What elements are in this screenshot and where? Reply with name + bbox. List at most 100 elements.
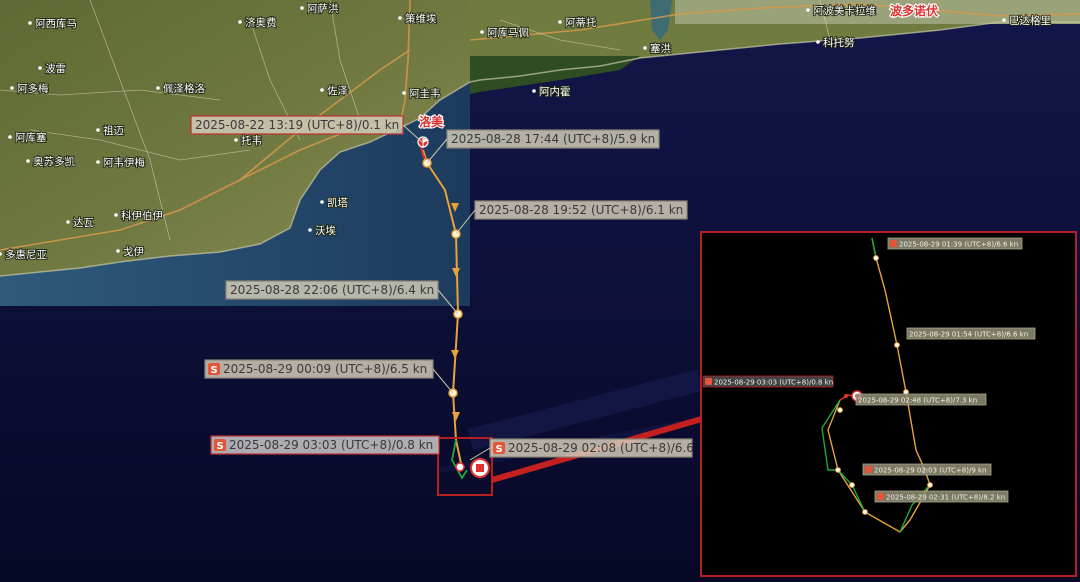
s-badge-letter: S [496,444,503,455]
place-name: 巴达格里 [1009,14,1051,27]
track-label-text: 2025-08-28 22:06 (UTC+8)/6.4 kn [230,283,434,297]
place-label-a-bo-mei: 阿波美卡拉维 [806,3,877,18]
place-name: 阿西库马 [35,17,77,30]
place-name: 阿库塞 [15,131,47,144]
s-badge-icon [705,378,712,385]
place-dot-icon [320,200,324,204]
place-name: 济奥费 [245,16,277,29]
place-dot-icon [308,228,312,232]
place-name: 沃埃 [315,224,336,237]
place-dot-icon [8,135,12,139]
track-label-p2[interactable]: 2025-08-28 17:44 (UTC+8)/5.9 kn [446,129,660,149]
place-name: 奥苏多凯 [33,155,75,168]
place-name: 波多诺伏 [890,3,938,18]
place-dot-icon [96,160,100,164]
track-label-text: 2025-08-28 17:44 (UTC+8)/5.9 kn [451,132,655,146]
track-label-text: 2025-08-29 00:09 (UTC+8)/6.5 kn [223,362,427,376]
inset-label-text: 2025-08-29 01:39 (UTC+8)/6.6 kn [899,241,1018,249]
inset-label-text: 2025-08-29 02:48 (UTC+8)/7.3 kn [858,397,977,405]
place-name: 多惠尼亚 [5,248,47,261]
place-name: 佐泽 [327,84,348,97]
place-label-ke-yi-bo-yi: 科伊伯伊 [114,208,164,223]
place-dot-icon [234,138,238,142]
place-dot-icon [38,66,42,70]
track-label-text: 2025-08-29 02:08 (UTC+8)/6.6 [508,441,694,455]
place-dot-icon [238,20,242,24]
place-label-a-ku-ma-pei: 阿库马佩 [480,25,530,40]
track-label-text: 2025-08-29 03:03 (UTC+8)/0.8 kn [229,438,433,452]
s-badge-icon [865,466,872,473]
track-label-text: 2025-08-28 19:52 (UTC+8)/6.1 kn [479,203,683,217]
place-name: 达瓦 [73,217,94,229]
place-dot-icon [28,21,32,25]
place-dot-icon [116,249,120,253]
inset-label-i1[interactable]: 2025-08-29 01:39 (UTC+8)/6.6 kn [887,237,1023,250]
place-dot-icon [96,128,100,132]
place-name: 祖迈 [103,124,124,137]
inset-label-i2[interactable]: 2025-08-29 01:54 (UTC+8)/6.6 kn [906,327,1036,340]
place-dot-icon [398,16,402,20]
place-dot-icon [156,86,160,90]
place-name: 阿多梅 [17,82,49,95]
place-label-duo-hui-ni-ya: 多惠尼亚 [0,247,48,262]
inset-label-text: 2025-08-29 01:54 (UTC+8)/6.6 kn [909,331,1028,339]
place-name: 阿韦伊梅 [103,156,145,169]
place-dot-icon [26,159,30,163]
place-label-a-sa-hong: 阿萨洪 [300,2,340,16]
inset-label-i5[interactable]: 2025-08-29 02:03 (UTC+8)/9 kn [862,463,992,476]
place-dot-icon [816,40,820,44]
place-name: 科伊伯伊 [121,209,163,222]
inset-label-i3[interactable]: 2025-08-29 03:03 (UTC+8)/0.8 kn [702,375,834,388]
inset-label-i4[interactable]: 2025-08-29 02:48 (UTC+8)/7.3 kn [855,393,987,406]
place-label-a-duo-mei: 阿多梅 [10,81,50,96]
place-dot-icon [806,8,810,12]
place-label-bo-duo: 波多诺伏 [889,2,939,19]
track-label-text: 2025-08-22 13:19 (UTC+8)/0.1 kn [195,118,399,132]
place-name: 戈伊 [123,245,144,258]
place-dot-icon [643,46,647,50]
place-label-ao-su-duo-kai: 奥苏多凯 [26,154,76,169]
place-name: 策维埃 [405,12,437,25]
place-label-a-di-tuo: 阿蒂托 [558,15,598,30]
place-name: 托韦 [241,134,262,147]
place-label-a-wei-yi-mei: 阿韦伊梅 [96,155,146,170]
zoom-inset: 2025-08-29 01:39 (UTC+8)/6.6 kn 2025-08-2… [700,231,1077,577]
inset-label-text: 2025-08-29 03:03 (UTC+8)/0.8 kn [714,379,833,387]
map-view[interactable]: 阿西库马 济奥费 阿萨洪策维埃阿库马佩 阿蒂托 阿波美卡拉维 波多诺伏巴达格里塞洪 科托努波… [0,0,1080,582]
place-name: 塞洪 [650,42,671,55]
s-badge-icon [890,240,897,247]
place-dot-icon [114,213,118,217]
place-label-a-ku-sai: 阿库塞 [8,130,48,145]
track-label-p6[interactable]: S 2025-08-29 03:03 (UTC+8)/0.8 kn [210,435,440,455]
place-name: 阿萨洪 [307,3,339,15]
s-badge-icon [877,493,884,500]
inset-label-i6[interactable]: 2025-08-29 02:31 (UTC+8)/8.2 kn [874,490,1009,503]
place-label-luo-mei: 洛美 [418,113,445,130]
place-name: 波雷 [45,62,66,75]
track-label-p5[interactable]: S 2025-08-29 00:09 (UTC+8)/6.5 kn [204,359,434,379]
place-name: 阿圭韦 [409,87,441,100]
place-dot-icon [1002,18,1006,22]
track-label-p1[interactable]: 2025-08-22 13:19 (UTC+8)/0.1 kn [190,115,404,135]
track-label-p3[interactable]: 2025-08-28 19:52 (UTC+8)/6.1 kn [474,200,688,220]
s-badge-letter: S [211,365,218,376]
place-name: 洛美 [419,114,444,129]
place-label-ke-li-wu: 科托努 [816,35,856,50]
place-dot-icon [532,89,536,93]
place-dot-icon [480,30,484,34]
place-dot-icon [300,6,304,10]
s-badge-letter: S [217,441,224,452]
place-dot-icon [320,88,324,92]
place-name: 佩泽格洛 [163,82,205,95]
track-label-p7[interactable]: S 2025-08-29 02:08 (UTC+8)/6.6 [489,438,694,458]
place-dot-icon [558,20,562,24]
place-label-pei-la: 佩泽格洛 [156,81,206,96]
place-name: 阿内霍 [539,85,571,98]
place-name: 凯塔 [327,196,348,209]
place-name: 阿波美卡拉维 [813,4,876,17]
track-label-p4[interactable]: 2025-08-28 22:06 (UTC+8)/6.4 kn [225,280,439,300]
place-dot-icon [402,91,406,95]
inset-label-text: 2025-08-29 02:31 (UTC+8)/8.2 kn [886,494,1005,502]
place-name: 阿库马佩 [487,26,529,39]
place-label-a-xi-ku-ma: 阿西库马 [28,16,78,31]
